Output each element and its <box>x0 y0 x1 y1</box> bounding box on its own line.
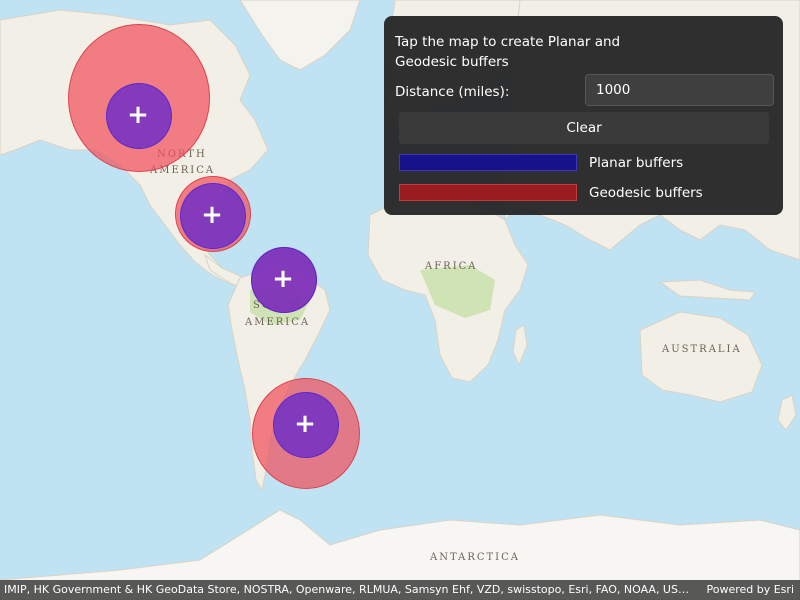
tap-point-marker[interactable]: + <box>125 102 151 128</box>
map-label-south-america-2: AMERICA <box>245 317 311 328</box>
planar-legend-label: Planar buffers <box>589 155 684 171</box>
tap-point-marker[interactable]: + <box>292 411 318 437</box>
tap-point-marker[interactable]: + <box>270 266 296 292</box>
map-label-australia: AUSTRALIA <box>662 344 742 355</box>
geodesic-legend-swatch <box>399 184 577 201</box>
planar-legend-swatch <box>399 154 577 171</box>
attribution-text[interactable]: IMIP, HK Government & HK GeoData Store, … <box>4 580 696 600</box>
powered-by-esri[interactable]: Powered by Esri <box>706 580 794 600</box>
map-label-africa: AFRICA <box>425 261 478 272</box>
clear-button[interactable]: Clear <box>399 112 769 144</box>
buffer-options-panel: Tap the map to create Planar and Geodesi… <box>384 16 783 215</box>
distance-input[interactable] <box>585 74 774 106</box>
tap-point-marker[interactable]: + <box>199 202 225 228</box>
geodesic-legend-label: Geodesic buffers <box>589 185 703 201</box>
map-label-antarctica: ANTARCTICA <box>430 552 520 563</box>
attribution-bar: IMIP, HK Government & HK GeoData Store, … <box>0 580 800 600</box>
distance-label: Distance (miles): <box>395 84 510 100</box>
instructions-text: Tap the map to create Planar and Geodesi… <box>395 34 621 70</box>
